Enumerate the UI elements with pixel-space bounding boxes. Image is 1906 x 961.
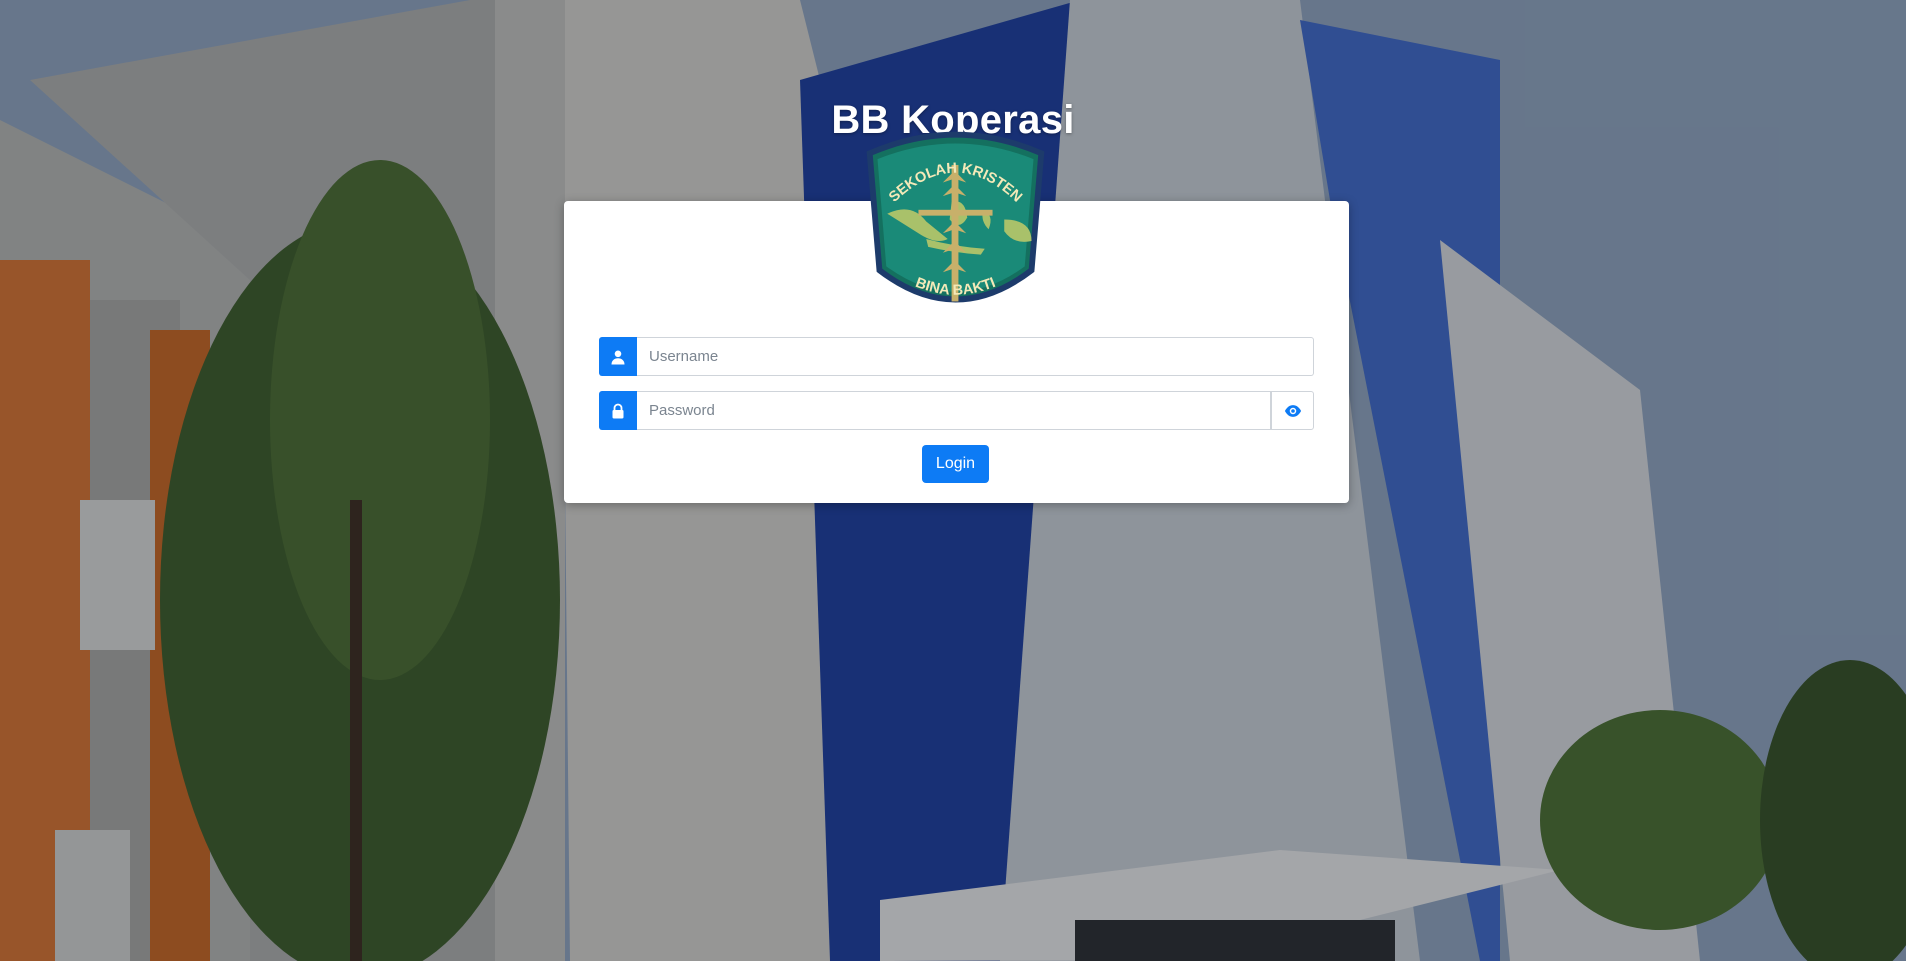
username-input[interactable] (637, 337, 1314, 376)
show-password-button[interactable] (1271, 391, 1314, 430)
login-button[interactable]: Login (922, 445, 989, 483)
school-logo: SEKOLAH KRISTEN BINA BAKTI (858, 124, 1053, 319)
password-input-group (599, 391, 1314, 430)
lock-icon (599, 391, 637, 430)
password-input[interactable] (637, 391, 1271, 430)
username-input-group (599, 337, 1314, 376)
eye-icon (1284, 404, 1301, 417)
user-icon (599, 337, 637, 376)
